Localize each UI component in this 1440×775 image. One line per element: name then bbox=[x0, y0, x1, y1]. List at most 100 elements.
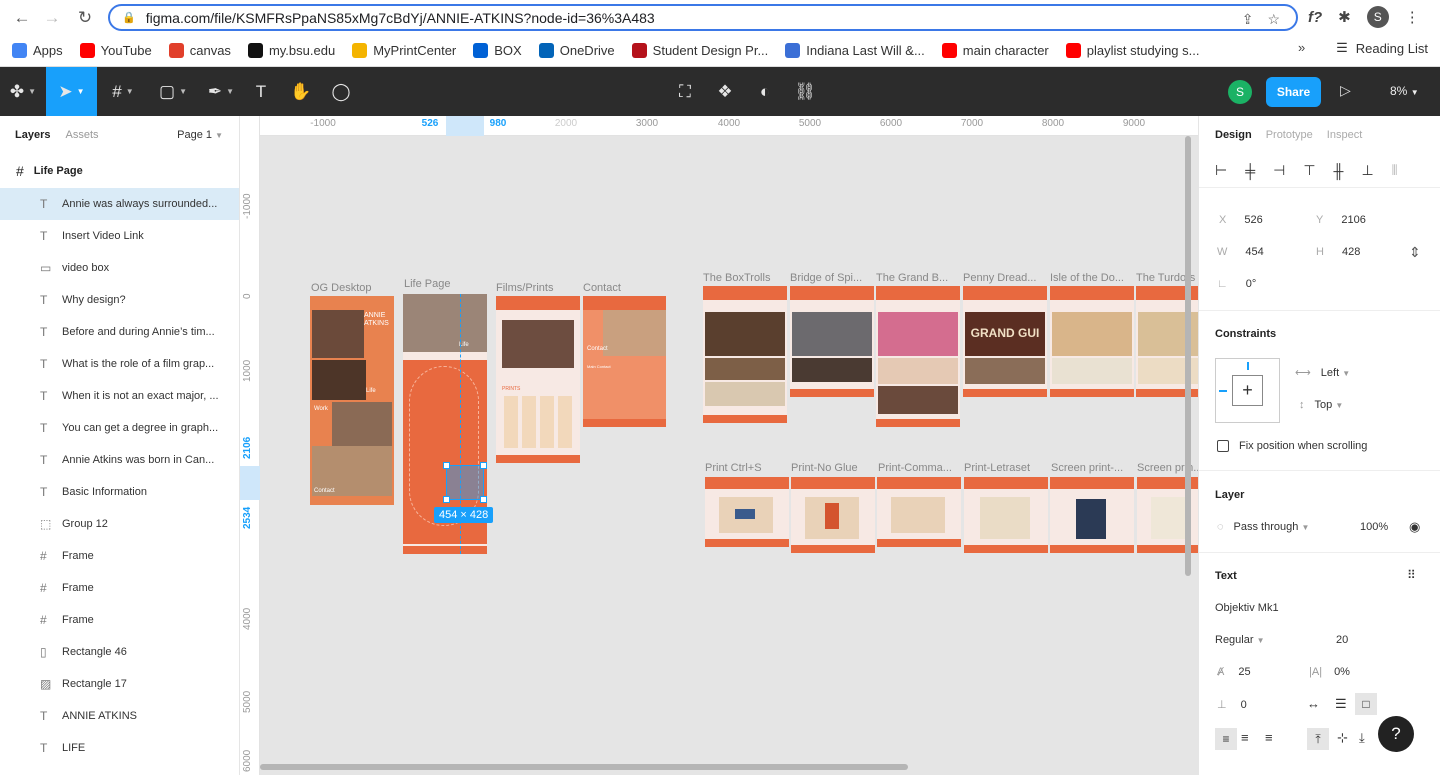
layer-row[interactable]: T Annie Atkins was born in Can... bbox=[0, 444, 239, 476]
frame-label-print-ctrl-s[interactable]: Print Ctrl+S bbox=[705, 462, 762, 474]
align-top-icon[interactable]: ⊤ bbox=[1303, 162, 1315, 179]
hand-tool-icon[interactable]: ✋ bbox=[286, 67, 316, 116]
frame-label-penny-dreadful[interactable]: Penny Dread... bbox=[963, 272, 1036, 284]
layer-row[interactable]: T Insert Video Link bbox=[0, 220, 239, 252]
tab-assets[interactable]: Assets bbox=[65, 129, 98, 141]
frame-label-contact[interactable]: Contact bbox=[583, 282, 621, 294]
forward-icon[interactable]: → bbox=[40, 6, 64, 30]
frame-label-grand-budapest[interactable]: The Grand B... bbox=[876, 272, 948, 284]
layer-frame-life-page[interactable]: # Life Page bbox=[0, 154, 239, 188]
bookmark-item[interactable]: YouTube bbox=[79, 43, 152, 58]
frame-label-print-no-glue[interactable]: Print-No Glue bbox=[791, 462, 858, 474]
layer-row[interactable]: ▭ video box bbox=[0, 252, 239, 284]
figma-fonts-extension-icon[interactable]: f? bbox=[1308, 9, 1322, 26]
tab-layers[interactable]: Layers bbox=[15, 129, 50, 141]
design-canvas[interactable]: -1000 526 980 2000 3000 4000 5000 6000 7… bbox=[240, 116, 1198, 775]
frame-label-og-desktop[interactable]: OG Desktop bbox=[311, 282, 372, 294]
pen-tool-icon[interactable]: ✒ ▼ bbox=[198, 67, 244, 116]
bookmark-item[interactable]: playlist studying s... bbox=[1065, 43, 1199, 58]
blend-mode-dropdown[interactable]: ◌ Pass through ▼ bbox=[1217, 521, 1309, 533]
profile-avatar[interactable]: S bbox=[1366, 6, 1389, 28]
align-left-icon[interactable]: ⊢ bbox=[1215, 162, 1227, 179]
tab-design[interactable]: Design bbox=[1215, 129, 1252, 141]
visibility-eye-icon[interactable]: ◉ bbox=[1409, 519, 1420, 535]
fixed-size-icon[interactable]: □ bbox=[1355, 693, 1377, 715]
move-tool-icon[interactable]: ➤ ▼ bbox=[46, 67, 97, 116]
vertical-constraint-dropdown[interactable]: ↕ Top ▼ bbox=[1299, 399, 1343, 411]
fix-position-checkbox[interactable] bbox=[1217, 440, 1229, 452]
main-menu-icon[interactable]: ✤ ▼ bbox=[0, 67, 46, 116]
frame-films-prints[interactable]: PRINTS bbox=[496, 296, 580, 463]
reading-list-button[interactable]: ☰ Reading List bbox=[1336, 40, 1428, 56]
bookmark-item[interactable]: canvas bbox=[168, 43, 231, 58]
tab-prototype[interactable]: Prototype bbox=[1266, 129, 1313, 141]
zoom-dropdown[interactable]: 8% ▼ bbox=[1390, 84, 1419, 98]
y-field[interactable]: Y 2106 bbox=[1316, 214, 1366, 226]
frame-screen-print[interactable] bbox=[1050, 477, 1134, 553]
align-right-icon[interactable]: ⊣ bbox=[1273, 162, 1285, 179]
layer-row[interactable]: ▯ Rectangle 46 bbox=[0, 636, 239, 668]
auto-width-icon[interactable]: ↔ bbox=[1307, 696, 1320, 711]
height-field[interactable]: H 428 bbox=[1316, 246, 1360, 258]
layer-row[interactable]: T Basic Information bbox=[0, 476, 239, 508]
bookmark-item[interactable]: my.bsu.edu bbox=[247, 43, 335, 58]
text-align-right-icon[interactable]: ≡ bbox=[1265, 730, 1273, 745]
mask-icon[interactable]: ◐ bbox=[750, 67, 780, 116]
address-bar[interactable]: 🔒 figma.com/file/KSMFRsPpaNS85xMg7cBdYj/… bbox=[108, 4, 1298, 31]
frame-bridge-of-spies[interactable] bbox=[790, 286, 874, 397]
align-bottom-icon[interactable]: ⊥ bbox=[1361, 162, 1373, 179]
font-weight-dropdown[interactable]: Regular ▼ bbox=[1215, 634, 1265, 646]
layer-row[interactable]: T ANNIE ATKINS bbox=[0, 700, 239, 732]
present-play-icon[interactable]: ▷ bbox=[1340, 82, 1351, 99]
opacity-field[interactable]: 100% bbox=[1360, 521, 1388, 533]
frame-label-films-prints[interactable]: Films/Prints bbox=[496, 282, 553, 294]
align-horizontal-center-icon[interactable]: ╪ bbox=[1245, 163, 1255, 179]
comment-tool-icon[interactable]: ◯ bbox=[326, 67, 356, 116]
frame-label-boxtrolls[interactable]: The BoxTrolls bbox=[703, 272, 770, 284]
auto-height-icon[interactable]: ☰ bbox=[1335, 696, 1347, 712]
layer-row[interactable]: T What is the role of a film grap... bbox=[0, 348, 239, 380]
text-align-center-icon[interactable]: ≡ bbox=[1241, 730, 1249, 745]
extensions-puzzle-icon[interactable]: ✱ bbox=[1338, 8, 1351, 26]
layer-row[interactable]: T Annie was always surrounded... bbox=[0, 188, 239, 220]
frame-tool-icon[interactable]: # ▼ bbox=[100, 67, 146, 116]
frame-label-print-comma[interactable]: Print-Comma... bbox=[878, 462, 952, 474]
layer-row[interactable]: # Frame bbox=[0, 604, 239, 636]
vertical-align-middle-icon[interactable]: ⊹ bbox=[1337, 730, 1348, 746]
layer-row[interactable]: T Why design? bbox=[0, 284, 239, 316]
text-align-left-icon[interactable]: ≡ bbox=[1215, 728, 1237, 750]
resize-handle[interactable] bbox=[443, 496, 450, 503]
text-tool-icon[interactable]: T bbox=[246, 67, 276, 116]
link-icon[interactable]: ⛓ bbox=[790, 67, 820, 116]
frame-label-print-letraset[interactable]: Print-Letraset bbox=[964, 462, 1030, 474]
more-bookmarks-icon[interactable]: » bbox=[1298, 40, 1305, 55]
back-icon[interactable]: ← bbox=[10, 6, 34, 30]
frame-label-screen-print[interactable]: Screen print-... bbox=[1051, 462, 1123, 474]
vertical-scrollbar[interactable] bbox=[1185, 136, 1191, 576]
frame-grand-budapest[interactable] bbox=[876, 286, 960, 427]
frame-selection-icon[interactable]: ⛶ bbox=[670, 67, 700, 116]
horizontal-scrollbar[interactable] bbox=[260, 764, 908, 770]
layer-row[interactable]: ▨ Rectangle 17 bbox=[0, 668, 239, 700]
tab-inspect[interactable]: Inspect bbox=[1327, 129, 1362, 141]
font-family-dropdown[interactable]: Objektiv Mk1 bbox=[1215, 602, 1279, 614]
frame-print-comma[interactable] bbox=[877, 477, 961, 547]
frame-boxtrolls[interactable] bbox=[703, 286, 787, 423]
share-button[interactable]: Share bbox=[1266, 77, 1321, 107]
vertical-align-bottom-icon[interactable]: ⤓ bbox=[1359, 730, 1365, 746]
resize-handle[interactable] bbox=[480, 496, 487, 503]
line-height-field[interactable]: Ⱥ 25 bbox=[1217, 666, 1251, 678]
share-page-icon[interactable]: ⇪ bbox=[1242, 11, 1254, 28]
frame-og-desktop[interactable]: ANNIE ATKINS Life Work Contact bbox=[310, 296, 394, 505]
layer-row[interactable]: T You can get a degree in graph... bbox=[0, 412, 239, 444]
text-styles-grid-icon[interactable]: ⠿ bbox=[1407, 568, 1416, 582]
layer-row[interactable]: T Before and during Annie’s tim... bbox=[0, 316, 239, 348]
component-icon[interactable]: ❖ bbox=[710, 67, 740, 116]
frame-print-ctrl-s[interactable] bbox=[705, 477, 789, 547]
layer-row[interactable]: ⬚ Group 12 bbox=[0, 508, 239, 540]
paragraph-spacing-field[interactable]: ⊥ 0 bbox=[1217, 698, 1247, 711]
browser-menu-icon[interactable]: ⋮ bbox=[1405, 8, 1420, 26]
user-avatar[interactable]: S bbox=[1228, 80, 1252, 104]
frame-label-bridge-of-spies[interactable]: Bridge of Spi... bbox=[790, 272, 862, 284]
distribute-icon[interactable]: ⫴ bbox=[1392, 162, 1398, 179]
